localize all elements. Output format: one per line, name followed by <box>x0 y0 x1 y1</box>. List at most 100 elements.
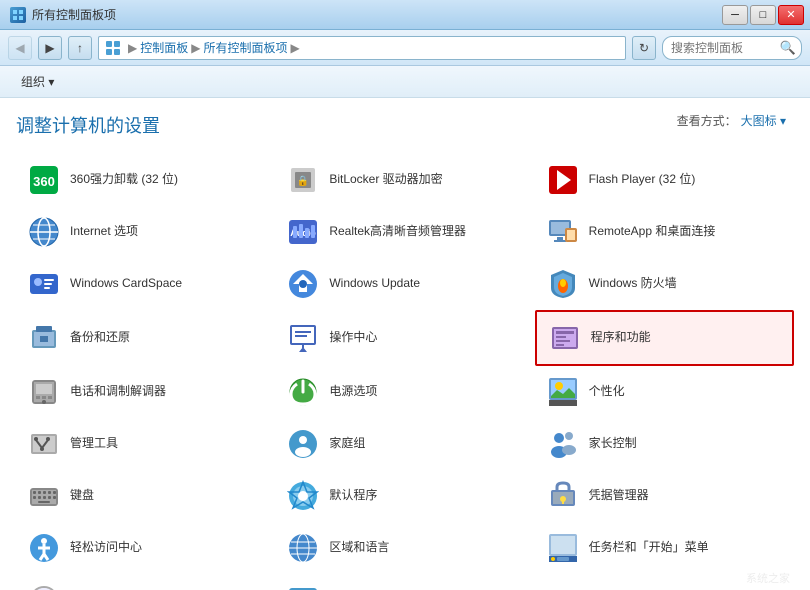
back-button[interactable]: ◀ <box>8 36 32 60</box>
icon-programs <box>547 320 583 356</box>
address-path[interactable]: ▶ 控制面板 ▶ 所有控制面板项 ▶ <box>98 36 626 60</box>
label-360: 360强力卸载 (32 位) <box>70 172 178 188</box>
label-personalization: 个性化 <box>589 384 625 400</box>
icon-360: 360 <box>26 162 62 198</box>
item-region[interactable]: 区域和语言 <box>275 522 534 574</box>
label-programs: 程序和功能 <box>591 330 651 346</box>
icon-windowsupdate <box>285 266 321 302</box>
icon-cardspace <box>26 266 62 302</box>
icon-homegroup <box>285 426 321 462</box>
item-access[interactable]: 轻松访问中心 <box>16 522 275 574</box>
minimize-button[interactable]: ─ <box>722 5 748 25</box>
title-bar-controls: ─ □ ✕ <box>722 5 804 25</box>
item-datetime[interactable]: 日期和时间 <box>16 574 275 590</box>
title-bar-left: 所有控制面板项 <box>10 6 116 23</box>
view-mode-selector[interactable]: 大图标 ▾ <box>741 112 786 129</box>
main-area: 调整计算机的设置 查看方式： 大图标 ▾ 360 360强力卸载 (32 位) <box>0 98 810 590</box>
refresh-button[interactable]: ↻ <box>632 36 656 60</box>
label-cardspace: Windows CardSpace <box>70 276 182 292</box>
label-flashplayer: Flash Player (32 位) <box>589 172 696 188</box>
icon-getstarted <box>285 582 321 590</box>
icon-keyboard <box>26 478 62 514</box>
item-parental[interactable]: 家长控制 <box>535 418 794 470</box>
icon-admintools <box>26 426 62 462</box>
label-access: 轻松访问中心 <box>70 540 142 556</box>
icon-backup <box>26 320 62 356</box>
label-backup: 备份和还原 <box>70 330 130 346</box>
item-personalization[interactable]: 个性化 <box>535 366 794 418</box>
item-flashplayer[interactable]: Flash Player (32 位) <box>535 154 794 206</box>
label-windowsupdate: Windows Update <box>329 276 420 292</box>
item-credentials[interactable]: 凭据管理器 <box>535 470 794 522</box>
search-icon[interactable]: 🔍 <box>780 40 796 56</box>
item-bitlocker[interactable]: 🔒 BitLocker 驱动器加密 <box>275 154 534 206</box>
path-sep-1: ▶ <box>128 41 137 55</box>
title-bar: 所有控制面板项 ─ □ ✕ <box>0 0 810 30</box>
item-phone[interactable]: 电话和调制解调器 <box>16 366 275 418</box>
label-bitlocker: BitLocker 驱动器加密 <box>329 172 442 188</box>
item-cardspace[interactable]: Windows CardSpace <box>16 258 275 310</box>
label-realtek: Realtek高清晰音频管理器 <box>329 224 466 240</box>
item-taskbar[interactable]: 任务栏和「开始」菜单 <box>535 522 794 574</box>
icon-power <box>285 374 321 410</box>
path-sep-3: ▶ <box>291 41 300 55</box>
path-sep-2: ▶ <box>191 41 200 55</box>
path-item-controlpanel[interactable]: 控制面板 <box>140 39 188 56</box>
organize-button[interactable]: 组织 ▾ <box>10 70 65 94</box>
item-admintools[interactable]: 管理工具 <box>16 418 275 470</box>
label-remoteapp: RemoteApp 和桌面连接 <box>589 224 716 240</box>
address-bar: ◀ ▶ ↑ ▶ 控制面板 ▶ 所有控制面板项 ▶ ↻ 🔍 <box>0 30 810 66</box>
icon-bitlocker: 🔒 <box>285 162 321 198</box>
label-power: 电源选项 <box>329 384 377 400</box>
item-actioncenter[interactable]: 操作中心 <box>275 310 534 366</box>
icon-parental <box>545 426 581 462</box>
view-label: 查看方式： <box>677 112 737 129</box>
item-firewall[interactable]: Windows 防火墙 <box>535 258 794 310</box>
label-taskbar: 任务栏和「开始」菜单 <box>589 540 709 556</box>
icon-phone <box>26 374 62 410</box>
label-parental: 家长控制 <box>589 436 637 452</box>
icon-taskbar <box>545 530 581 566</box>
view-options: 查看方式： 大图标 ▾ <box>677 112 786 129</box>
icon-personalization <box>545 374 581 410</box>
icon-remoteapp <box>545 214 581 250</box>
label-keyboard: 键盘 <box>70 488 94 504</box>
close-button[interactable]: ✕ <box>778 5 804 25</box>
item-power[interactable]: 电源选项 <box>275 366 534 418</box>
icon-firewall <box>545 266 581 302</box>
up-button[interactable]: ↑ <box>68 36 92 60</box>
window-title: 所有控制面板项 <box>32 6 116 23</box>
label-internet: Internet 选项 <box>70 224 138 240</box>
path-item-root[interactable] <box>105 40 125 56</box>
window-icon <box>10 7 26 23</box>
item-devmgr[interactable]: 设备管理器 <box>535 574 794 590</box>
item-remoteapp[interactable]: RemoteApp 和桌面连接 <box>535 206 794 258</box>
icon-actioncenter <box>285 320 321 356</box>
maximize-button[interactable]: □ <box>750 5 776 25</box>
svg-text:🔒: 🔒 <box>297 175 309 187</box>
label-region: 区域和语言 <box>329 540 389 556</box>
icon-devmgr <box>545 582 581 590</box>
forward-button[interactable]: ▶ <box>38 36 62 60</box>
path-item-allitems[interactable]: 所有控制面板项 <box>203 39 287 56</box>
icon-region <box>285 530 321 566</box>
label-admintools: 管理工具 <box>70 436 118 452</box>
item-keyboard[interactable]: 键盘 <box>16 470 275 522</box>
label-defaultprog: 默认程序 <box>329 488 377 504</box>
icon-credentials <box>545 478 581 514</box>
item-realtek[interactable]: Audio Realtek高清晰音频管理器 <box>275 206 534 258</box>
item-getstarted[interactable]: 入门 <box>275 574 534 590</box>
icon-flashplayer <box>545 162 581 198</box>
item-windowsupdate[interactable]: Windows Update <box>275 258 534 310</box>
icons-grid: 360 360强力卸载 (32 位) 🔒 BitLocker 驱动器加密 <box>16 154 794 590</box>
icon-datetime <box>26 582 62 590</box>
label-actioncenter: 操作中心 <box>329 330 377 346</box>
icon-defaultprog <box>285 478 321 514</box>
item-backup[interactable]: 备份和还原 <box>16 310 275 366</box>
item-360[interactable]: 360 360强力卸载 (32 位) <box>16 154 275 206</box>
item-homegroup[interactable]: 家庭组 <box>275 418 534 470</box>
icon-internet <box>26 214 62 250</box>
item-defaultprog[interactable]: 默认程序 <box>275 470 534 522</box>
item-programs[interactable]: 程序和功能 <box>535 310 794 366</box>
item-internet[interactable]: Internet 选项 <box>16 206 275 258</box>
